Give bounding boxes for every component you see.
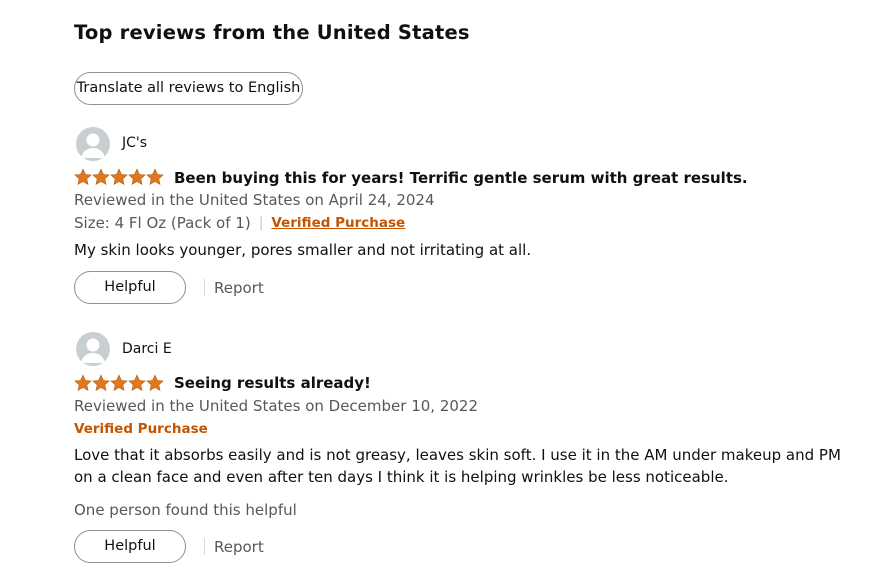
divider — [204, 538, 205, 555]
star-icon — [146, 168, 164, 185]
star-icon — [74, 168, 92, 185]
verified-purchase-badge: Verified Purchase — [74, 421, 208, 437]
verified-purchase-badge[interactable]: Verified Purchase — [271, 213, 405, 233]
section-title: Top reviews from the United States — [74, 21, 470, 44]
star-icon — [128, 374, 146, 391]
person-icon — [76, 127, 110, 161]
star-icon — [128, 168, 146, 185]
star-icon — [92, 374, 110, 391]
star-icon — [92, 168, 110, 185]
avatar — [76, 127, 110, 161]
reviewer-name[interactable]: Darci E — [122, 340, 172, 358]
review-date: Reviewed in the United States on Decembe… — [74, 397, 479, 415]
review-format-row: Size: 4 Fl Oz (Pack of 1) | Verified Pur… — [74, 213, 405, 233]
helpful-count: One person found this helpful — [74, 501, 297, 519]
star-icon — [110, 168, 128, 185]
report-link[interactable]: Report — [214, 278, 264, 298]
person-icon — [76, 332, 110, 366]
report-link[interactable]: Report — [214, 537, 264, 557]
star-icon — [146, 374, 164, 391]
review-body: My skin looks younger, pores smaller and… — [74, 241, 532, 259]
review-headline[interactable]: Been buying this for years! Terrific gen… — [174, 168, 748, 188]
divider — [204, 279, 205, 296]
star-rating[interactable] — [74, 374, 165, 392]
star-rating[interactable] — [74, 168, 165, 186]
review-date: Reviewed in the United States on April 2… — [74, 191, 435, 209]
avatar — [76, 332, 110, 366]
helpful-button[interactable]: Helpful — [74, 271, 186, 304]
review-headline[interactable]: Seeing results already! — [174, 373, 371, 393]
helpful-button[interactable]: Helpful — [74, 530, 186, 563]
star-icon — [110, 374, 128, 391]
star-icon — [74, 374, 92, 391]
product-size: Size: 4 Fl Oz (Pack of 1) — [74, 214, 251, 232]
separator: | — [258, 215, 264, 231]
review-body: Love that it absorbs easily and is not g… — [74, 446, 841, 486]
translate-reviews-button[interactable]: Translate all reviews to English — [74, 72, 303, 105]
reviewer-name[interactable]: JC's — [122, 134, 147, 152]
